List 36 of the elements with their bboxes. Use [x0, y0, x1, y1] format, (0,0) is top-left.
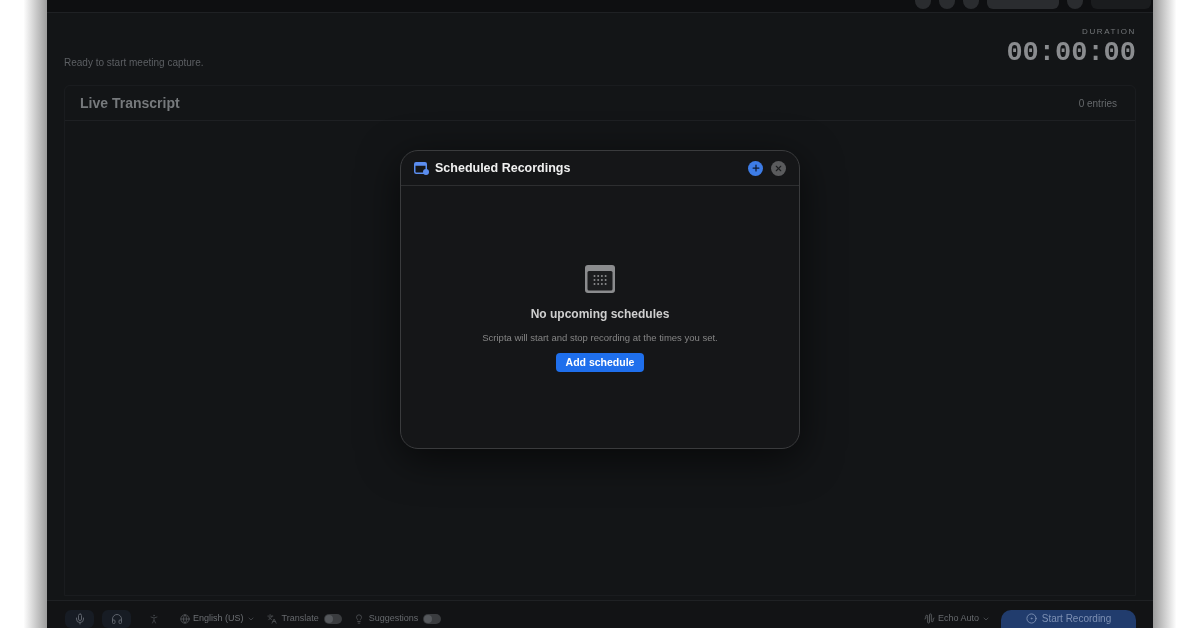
record-icon [1025, 613, 1037, 624]
add-button[interactable] [748, 160, 763, 176]
audio-source-button[interactable] [65, 609, 94, 628]
toggle-switch[interactable] [423, 613, 442, 624]
toolbar-button[interactable] [963, 0, 979, 9]
calendar-icon [585, 265, 615, 293]
waveform-icon [923, 613, 935, 624]
lightbulb-icon [353, 613, 364, 624]
add-schedule-button[interactable]: Add schedule [555, 353, 645, 373]
plus-icon [750, 163, 761, 173]
device-select[interactable]: Echo Auto [923, 611, 990, 626]
toggle-label: Translate [281, 611, 319, 625]
toggle-switch[interactable] [323, 613, 342, 624]
close-icon [774, 163, 783, 173]
empty-state-title: No upcoming schedules [530, 306, 670, 323]
duration-label: DURATION [1082, 27, 1136, 37]
toolbar-button[interactable] [939, 0, 955, 9]
dialog-title: Scheduled Recordings [435, 159, 571, 177]
status-text: Ready to start meeting capture. [64, 57, 204, 69]
panel-title: Live Transcript [80, 93, 180, 113]
duration-timer: 00:00:00 [1006, 39, 1136, 67]
close-button[interactable] [771, 160, 786, 176]
entry-count: 0 entries [1078, 96, 1117, 111]
empty-state-description: Scripta will start and stop recording at the times you set. [482, 331, 718, 345]
toolbar-button[interactable] [1067, 0, 1083, 9]
toolbar-button[interactable] [915, 0, 931, 9]
start-recording-button[interactable]: Start Recording [1001, 609, 1136, 628]
audio-source-button[interactable] [102, 609, 131, 628]
headphones-icon [110, 612, 123, 625]
language-select[interactable]: English (US) [180, 611, 255, 626]
microphone-icon [73, 612, 86, 625]
toolbar-button[interactable] [987, 0, 1059, 9]
calendar-icon [414, 161, 429, 175]
translate-icon [266, 613, 277, 624]
toggle-label: Suggestions [368, 611, 419, 625]
globe-icon [180, 613, 190, 624]
